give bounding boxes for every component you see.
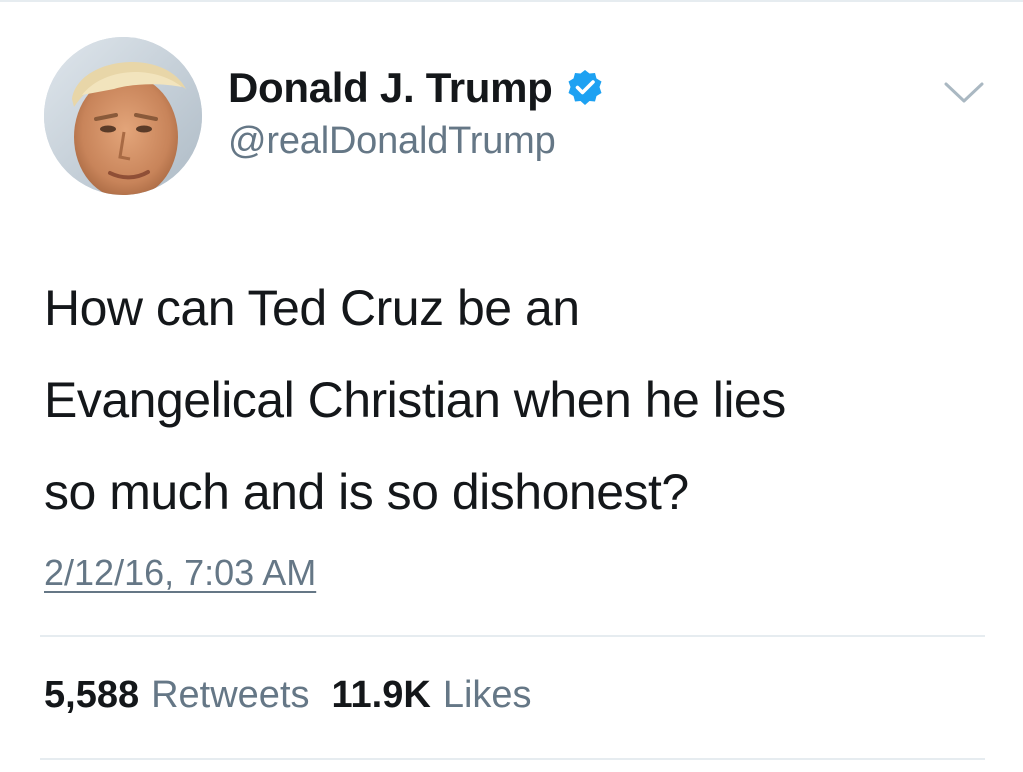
divider <box>40 758 985 760</box>
avatar-photo <box>44 37 202 195</box>
display-name[interactable]: Donald J. Trump <box>228 64 553 112</box>
divider <box>40 635 985 637</box>
author-handle[interactable]: @realDonaldTrump <box>228 120 556 163</box>
retweets-label: Retweets <box>151 674 310 716</box>
chevron-down-icon[interactable] <box>942 78 986 108</box>
retweets-stat[interactable]: 5,588 Retweets <box>44 674 310 717</box>
tweet-stats: 5,588 Retweets 11.9K Likes <box>44 674 532 717</box>
likes-count: 11.9K <box>331 674 431 716</box>
author-name-row[interactable]: Donald J. Trump <box>228 62 605 114</box>
tweet-timestamp[interactable]: 2/12/16, 7:03 AM <box>44 552 316 594</box>
retweets-count: 5,588 <box>44 674 140 716</box>
verified-badge-icon <box>565 68 605 108</box>
avatar[interactable] <box>44 37 202 195</box>
top-divider <box>0 0 1023 2</box>
tweet-text-line: so much and is so dishonest? <box>44 464 689 520</box>
tweet-text-line: Evangelical Christian when he lies <box>44 372 786 428</box>
likes-label: Likes <box>442 674 532 716</box>
likes-stat[interactable]: 11.9K Likes <box>332 674 532 717</box>
tweet-page: Donald J. Trump @realDonaldTrump How can… <box>0 0 1023 772</box>
tweet-text-line: How can Ted Cruz be an <box>44 280 580 336</box>
tweet-text: How can Ted Cruz be an Evangelical Chris… <box>44 262 984 538</box>
